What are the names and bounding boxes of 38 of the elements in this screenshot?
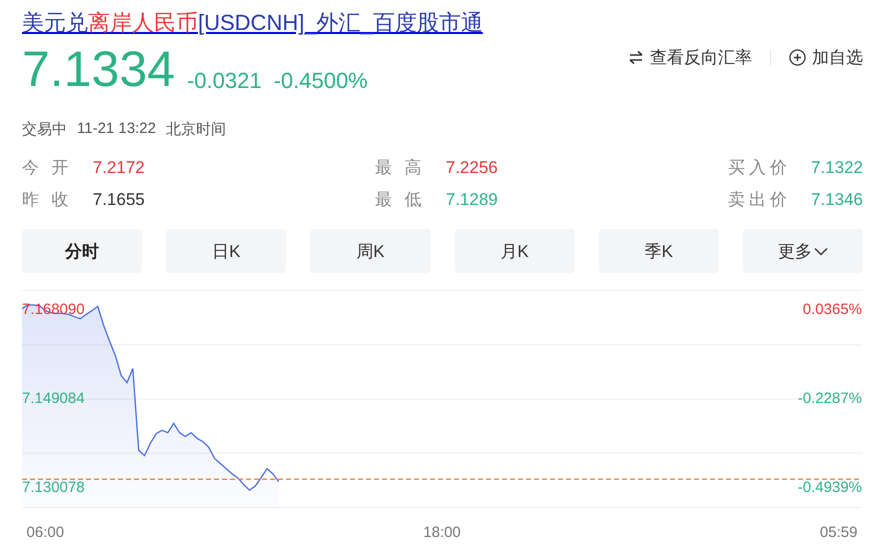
period-tab[interactable]: 月K [454,229,575,273]
x-axis-label: 05:59 [820,525,858,541]
stat-label: 今 开 [22,157,73,179]
stat-value: 7.1289 [446,189,498,211]
chevron-down-icon [814,246,828,256]
y-axis-label: 7.130078 [22,480,85,496]
stat-value: 7.2256 [446,157,498,179]
percent-change: -0.4500% [274,68,368,94]
timezone-label: 北京时间 [166,120,226,139]
stat-value: 7.1322 [811,157,863,179]
stat-value: 7.1655 [92,189,145,211]
stat-label: 昨 收 [22,189,73,211]
period-tab[interactable]: 分时 [22,229,142,273]
reverse-rate-button[interactable]: 查看反向汇率 [628,46,752,69]
y-axis-label: 7.149084 [22,391,85,408]
trading-status: 交易中 [22,120,67,139]
percent-axis-label: 0.0365% [802,302,862,318]
price-change: -0.0321 [186,68,262,94]
stat-label: 买入价 [728,157,791,179]
stat-value: 7.2172 [92,157,145,179]
stat-label: 最 低 [375,189,426,211]
stat-label: 卖出价 [728,189,791,211]
percent-axis-label: -0.4939% [798,480,862,496]
plus-circle-icon [789,49,806,66]
period-tab[interactable]: 日K [166,229,286,273]
period-tab[interactable]: 周K [310,229,431,273]
quote-time: 11-21 13:22 [77,120,156,139]
x-axis-label: 06:00 [26,525,64,541]
more-dropdown[interactable]: 更多 [742,229,864,273]
swap-arrows-icon [628,49,644,66]
page-title-link[interactable]: 美元兑离岸人民币[USDCNH]_外汇_百度股市通 [22,10,483,35]
stat-label: 最 高 [375,157,426,179]
price: 7.1334 [22,42,175,96]
x-axis-label: 18:00 [423,525,461,541]
stat-value: 7.1346 [811,189,863,211]
add-watchlist-button[interactable]: 加自选 [789,46,863,69]
period-tab[interactable]: 季K [598,229,719,273]
percent-axis-label: -0.2287% [798,391,862,408]
